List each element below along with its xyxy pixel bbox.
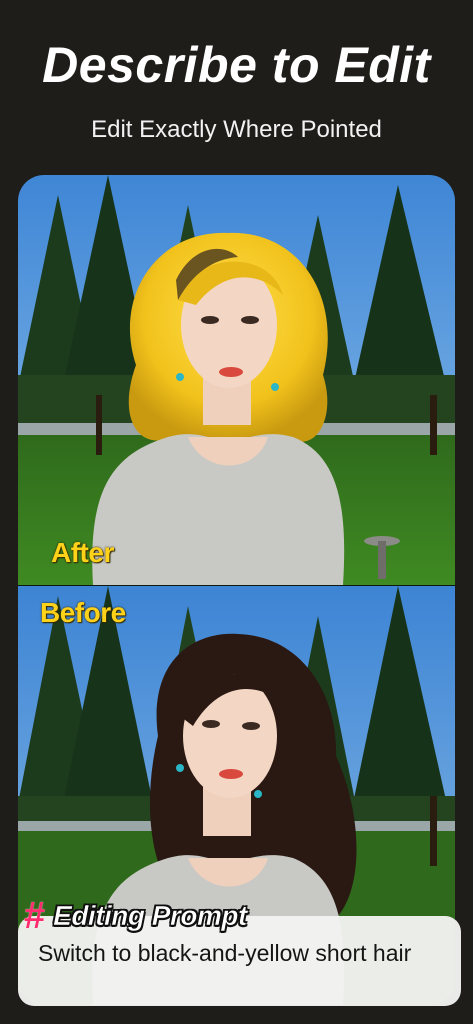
prompt-header: # Editing Prompt [24,895,248,937]
prompt-title: Editing Prompt [53,900,248,932]
page-subtitle: Edit Exactly Where Pointed [91,116,382,143]
hash-icon: # [24,895,46,937]
prompt-text: Switch to black-and-yellow short hair [38,940,412,966]
page-title: Describe to Edit [42,37,431,93]
after-label: After [51,537,114,568]
comparison-frame: After Before [18,175,455,1005]
after-image [18,175,455,585]
before-label: Before [40,597,126,628]
